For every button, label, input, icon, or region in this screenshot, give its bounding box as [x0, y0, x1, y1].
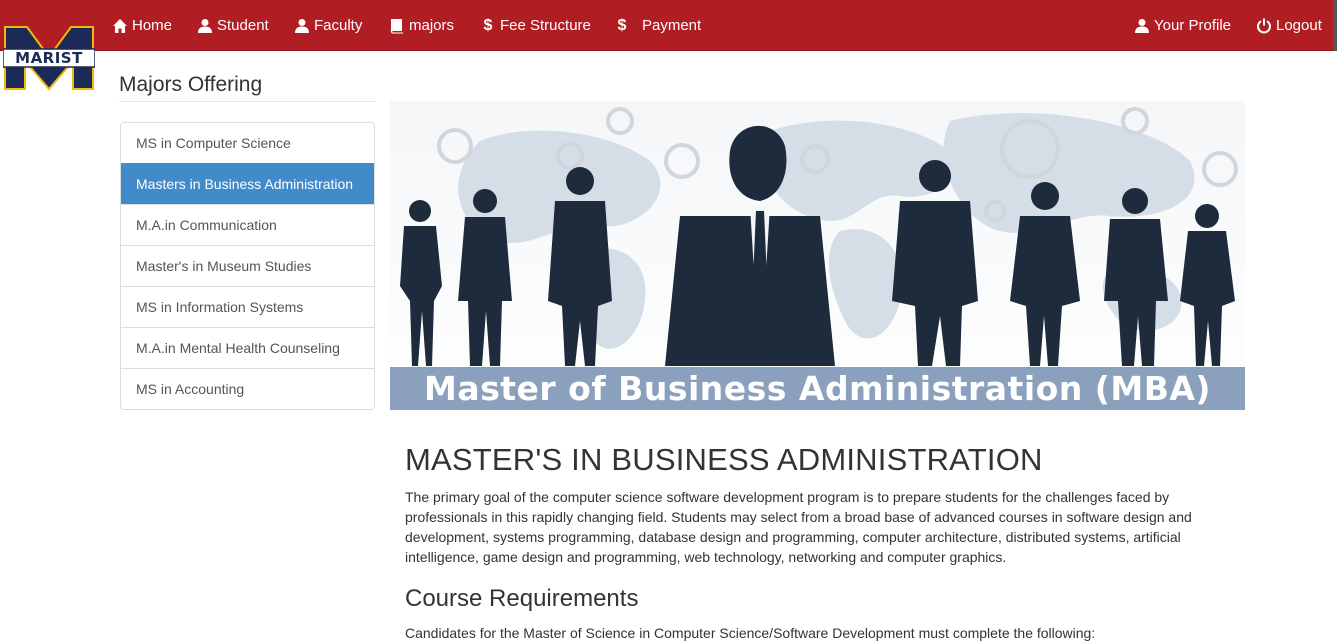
sidebar-divider [119, 101, 375, 102]
mba-banner-image: Master of Business Administration (MBA) [390, 101, 1245, 424]
logo-text: MARIST [15, 49, 83, 67]
book-icon [389, 18, 405, 34]
list-item-museum-studies[interactable]: Master's in Museum Studies [121, 245, 374, 286]
marist-logo[interactable]: MARIST [2, 25, 96, 91]
banner-caption: Master of Business Administration (MBA) [390, 367, 1245, 410]
user-icon [294, 18, 310, 34]
power-icon [1256, 18, 1272, 34]
nav-majors-label: majors [409, 17, 455, 34]
nav-student-label: Student [217, 17, 269, 34]
top-navbar: Home Student Faculty majors $ Fee Struct… [0, 0, 1337, 51]
nav-majors[interactable]: majors [389, 0, 454, 51]
nav-payment[interactable]: $ Payment [614, 0, 702, 51]
course-requirements-text: Candidates for the Master of Science in … [405, 625, 1096, 641]
nav-faculty-label: Faculty [314, 17, 363, 34]
nav-your-profile-label: Your Profile [1154, 17, 1231, 34]
nav-home-label: Home [132, 17, 173, 34]
program-description: The primary goal of the computer science… [405, 489, 1192, 565]
nav-fee-structure-label: Fee Structure [500, 17, 591, 34]
list-item-information-systems[interactable]: MS in Information Systems [121, 286, 374, 327]
user-icon [1134, 18, 1150, 34]
list-item-mental-health-counseling[interactable]: M.A.in Mental Health Counseling [121, 327, 374, 368]
list-item-ms-computer-science[interactable]: MS in Computer Science [121, 123, 374, 163]
nav-faculty[interactable]: Faculty [294, 0, 362, 51]
course-requirements-heading: Course Requirements [405, 585, 639, 612]
dollar-icon: $ [483, 16, 493, 34]
nav-your-profile[interactable]: Your Profile [1134, 0, 1231, 51]
list-item-ma-communication[interactable]: M.A.in Communication [121, 204, 374, 245]
sidebar-title: Majors Offering [119, 73, 263, 96]
nav-student[interactable]: Student [197, 0, 269, 51]
list-item-masters-business-administration[interactable]: Masters in Business Administration [121, 163, 374, 204]
majors-list: MS in Computer Science Masters in Busine… [120, 122, 375, 410]
navbar-edge [1333, 0, 1337, 51]
user-icon [197, 18, 213, 34]
list-item-ms-accounting[interactable]: MS in Accounting [121, 368, 374, 409]
nav-home[interactable]: Home [112, 0, 172, 51]
nav-fee-structure[interactable]: $ Fee Structure [480, 0, 591, 51]
page-title: MASTER'S IN BUSINESS ADMINISTRATION [405, 442, 1043, 477]
dollar-icon: $ [617, 16, 627, 34]
nav-payment-label: Payment [642, 17, 702, 34]
nav-logout[interactable]: Logout [1256, 0, 1322, 51]
home-icon [112, 18, 128, 34]
nav-logout-label: Logout [1276, 17, 1322, 34]
